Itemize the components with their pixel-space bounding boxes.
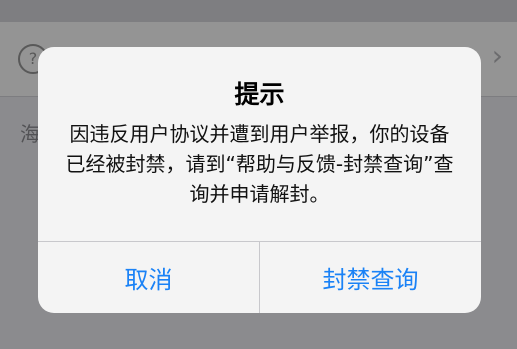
- cancel-button[interactable]: 取消: [38, 242, 259, 313]
- alert-dialog: 提示 因违反用户协议并遭到用户举报，你的设备已经被封禁，请到“帮助与反馈-封禁查…: [38, 47, 481, 313]
- alert-title: 提示: [234, 80, 285, 109]
- ban-query-button[interactable]: 封禁查询: [260, 242, 481, 313]
- alert-message: 因违反用户协议并遭到用户举报，你的设备已经被封禁，请到“帮助与反馈-封禁查询”查…: [65, 122, 454, 206]
